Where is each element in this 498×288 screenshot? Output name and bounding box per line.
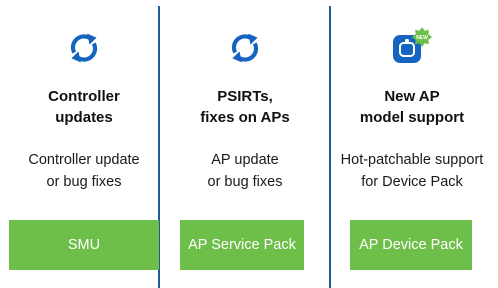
heading-line: Controller (48, 88, 120, 105)
description-line: Controller update (28, 152, 140, 168)
column-controller-updates: Controller updates Controller update or … (9, 0, 159, 288)
column-description: Hot-patchable support for Device Pack (331, 149, 493, 193)
heading-line: model support (359, 109, 465, 126)
column-heading: PSIRTs, fixes on APs (170, 86, 320, 128)
refresh-icon (227, 30, 263, 66)
new-device-icon: NEW (391, 27, 433, 67)
description-line: for Device Pack (361, 174, 463, 190)
heading-line: fixes on APs (200, 109, 290, 126)
column-heading: Controller updates (9, 86, 159, 128)
column-description: AP update or bug fixes (164, 149, 326, 193)
update-types-panel: Controller updates Controller update or … (0, 0, 498, 288)
description-line: AP update (211, 152, 279, 168)
refresh-icon (66, 30, 102, 66)
heading-line: New AP (384, 88, 440, 105)
column-psirts-fixes: PSIRTs, fixes on APs AP update or bug fi… (170, 0, 320, 288)
description-line: Hot-patchable support (340, 152, 484, 168)
column-heading: New AP model support (337, 86, 487, 128)
description-line: or bug fixes (46, 174, 122, 190)
description-line: or bug fixes (207, 174, 283, 190)
ap-service-pack-button[interactable]: AP Service Pack (180, 220, 304, 270)
column-divider (329, 6, 331, 288)
ap-device-pack-button[interactable]: AP Device Pack (350, 220, 472, 270)
column-new-ap-model: NEW New AP model support Hot-patchable s… (337, 0, 487, 288)
heading-line: updates (55, 109, 113, 126)
column-description: Controller update or bug fixes (3, 149, 165, 193)
svg-text:NEW: NEW (416, 35, 428, 41)
smu-button[interactable]: SMU (9, 220, 159, 270)
heading-line: PSIRTs, (217, 88, 273, 105)
